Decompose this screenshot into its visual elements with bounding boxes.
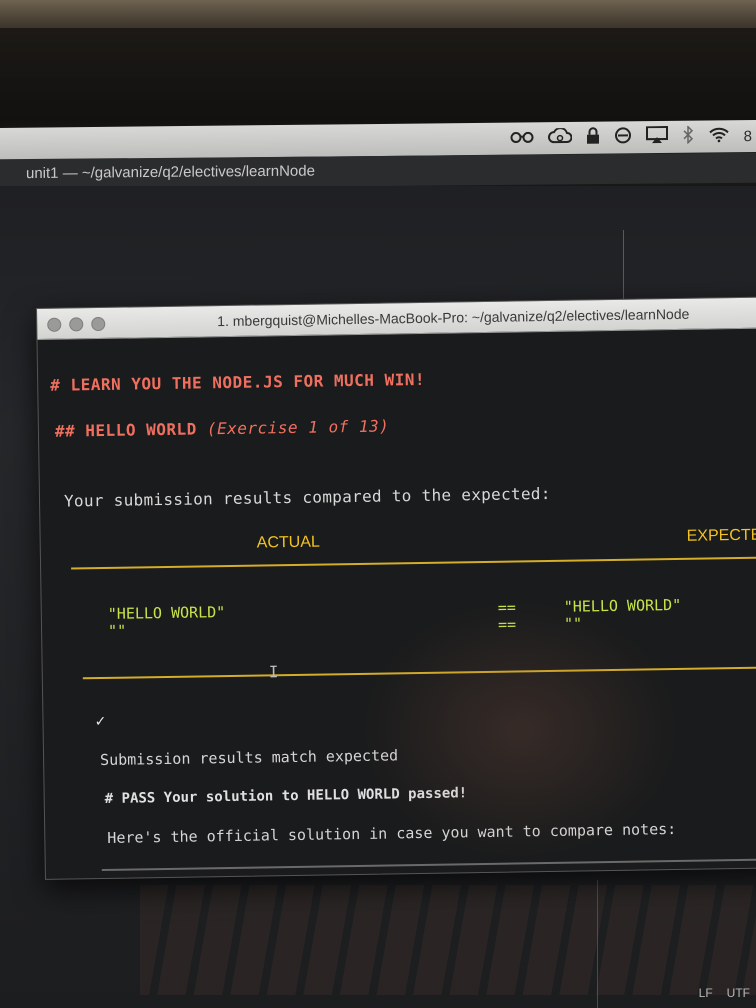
actual-value: "HELLO WORLD" [107, 603, 226, 623]
official-solution-message: Here's the official solution in case you… [107, 820, 677, 847]
keyboard-reflection [140, 885, 756, 995]
pass-message: # PASS Your solution to HELLO WORLD pass… [104, 785, 468, 807]
atom-status-bar: LF UTF [699, 986, 756, 1000]
table-rule-top [71, 556, 756, 570]
check-mark-icon: ✓ [95, 710, 106, 731]
do-not-disturb-icon[interactable] [614, 126, 632, 148]
line-ending-indicator[interactable]: LF [699, 986, 713, 1000]
heading-exercise-name: ## HELLO WORLD [54, 419, 208, 441]
match-message: Submission results match expected [99, 746, 399, 770]
glasses-icon[interactable] [510, 129, 534, 147]
creative-cloud-icon[interactable] [547, 127, 573, 148]
compare-line: Your submission results compared to the … [63, 483, 551, 511]
atom-window-title: unit1 — ~/galvanize/q2/electives/learnNo… [0, 152, 756, 190]
encoding-indicator[interactable]: UTF [727, 986, 750, 1000]
wifi-icon[interactable] [708, 126, 730, 146]
clock-partial[interactable]: 8 [744, 128, 752, 145]
terminal-window[interactable]: 1. mbergquist@Michelles-MacBook-Pro: ~/g… [36, 296, 756, 880]
actual-value: "" [107, 621, 127, 640]
text-cursor-icon: I [268, 662, 279, 682]
window-controls [47, 316, 106, 332]
expected-value: "HELLO WORLD" [563, 595, 682, 616]
heading-exercise: ## HELLO WORLD (Exercise 1 of 13) [55, 416, 390, 440]
lock-icon[interactable] [586, 127, 600, 149]
comparison-operator: == [497, 598, 516, 617]
comparison-operator: == [497, 615, 517, 634]
expected-value: "" [563, 614, 583, 633]
table-rule-bottom [82, 666, 756, 680]
close-button[interactable] [47, 317, 62, 332]
column-header-actual: ACTUAL [256, 533, 320, 552]
heading-learnyounode: # LEARN YOU THE NODE.JS FOR MUCH WIN! [50, 369, 426, 395]
terminal-title: 1. mbergquist@Michelles-MacBook-Pro: ~/g… [217, 305, 690, 330]
bluetooth-icon[interactable] [682, 124, 694, 148]
column-header-expected: EXPECTE [686, 526, 756, 545]
minimize-button[interactable] [69, 317, 84, 332]
laptop-bezel [0, 0, 756, 28]
heading-exercise-count: (Exercise 1 of 13) [206, 416, 390, 439]
menubar-status-icons: 8 [510, 124, 756, 151]
solution-rule [101, 857, 756, 872]
zoom-button[interactable] [91, 316, 106, 332]
airplay-icon[interactable] [645, 125, 668, 148]
